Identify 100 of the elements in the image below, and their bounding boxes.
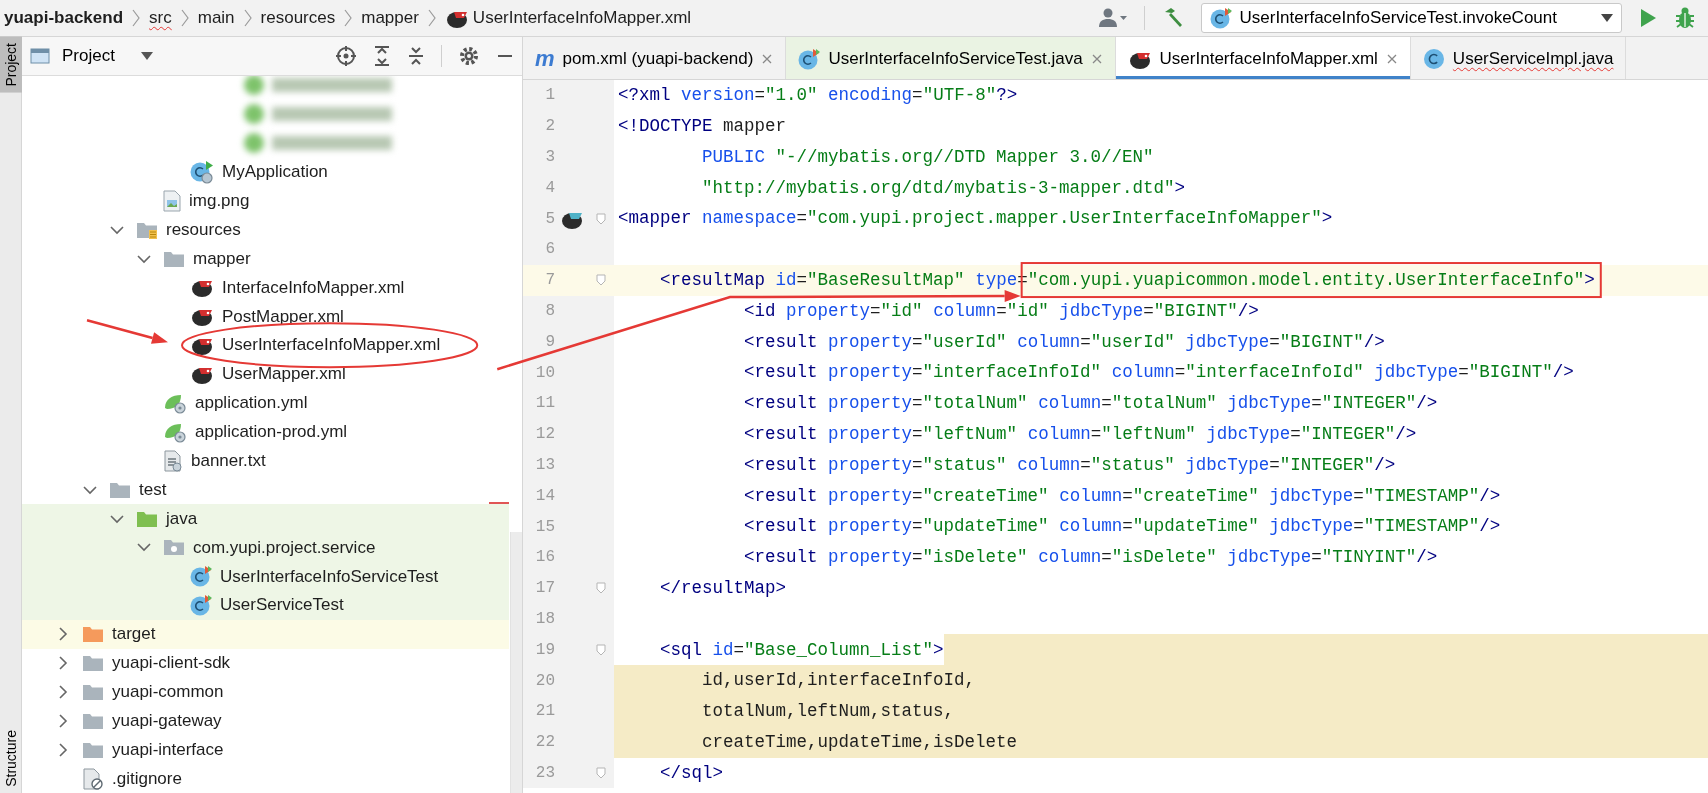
- code-line: id,userId,interfaceInfoId,: [701, 669, 976, 693]
- code-line: <mapper namespace="com.yupi.project.mapper.UserInterfaceInfoMapper">: [618, 207, 1333, 231]
- close-icon[interactable]: [1090, 52, 1103, 65]
- close-icon[interactable]: [1385, 52, 1398, 65]
- code-line: <result property="updateTime" column="updateTime" jdbcType="TIMESTAMP"/>: [743, 515, 1501, 539]
- line-number: 18: [534, 608, 555, 630]
- class-icon: [1422, 47, 1445, 70]
- tree-item[interactable]: java: [22, 504, 509, 533]
- code-line: <result property="userId" column="userId" jdbcType="BIGINT"/>: [743, 330, 1385, 354]
- line-number: 3: [544, 147, 555, 168]
- breadcrumb-separator-icon: [179, 8, 190, 28]
- error-stripe-mark: [489, 502, 509, 505]
- editor-tab[interactable]: UserInterfaceInfoServiceTest.java: [786, 37, 1116, 79]
- expand-all-icon[interactable]: [373, 45, 391, 68]
- fold-marker-icon[interactable]: [596, 274, 606, 287]
- line-number: 11: [534, 393, 555, 415]
- line-number: 2: [544, 116, 555, 138]
- line-number: 20: [534, 670, 555, 692]
- crosshair-icon[interactable]: [335, 45, 357, 68]
- run-configuration-dropdown[interactable]: UserInterfaceInfoServiceTest.invokeCount: [1200, 3, 1622, 33]
- code-line: <id property="id" column="id" jdbcType="BIGINT"/>: [743, 299, 1259, 323]
- breadcrumb-separator-icon: [242, 8, 253, 28]
- folder-icon: [82, 625, 104, 644]
- text-file-icon: [163, 449, 183, 472]
- tree-item[interactable]: mapper: [22, 244, 509, 273]
- close-icon[interactable]: [761, 52, 774, 65]
- breadcrumb-item[interactable]: mapper: [361, 5, 419, 31]
- folder-icon: [136, 509, 158, 528]
- line-number: 8: [544, 300, 555, 322]
- line-number: 22: [534, 732, 555, 754]
- code-line: </sql>: [659, 761, 724, 785]
- line-number: 5: [544, 208, 555, 230]
- tree-item[interactable]: InterfaceInfoMapper.xml: [22, 272, 509, 302]
- tree-item[interactable]: yuapi-interface: [22, 735, 509, 765]
- tool-window-tab[interactable]: Project: [0, 37, 22, 93]
- tree-item[interactable]: UserMapper.xml: [22, 359, 509, 389]
- folder-icon: [82, 654, 104, 672]
- tree-item[interactable]: UserInterfaceInfoServiceTest: [22, 561, 509, 591]
- line-number: 13: [534, 454, 555, 476]
- user-menu-button[interactable]: [1097, 7, 1128, 29]
- run-icon[interactable]: [1638, 7, 1658, 29]
- breadcrumb-item[interactable]: UserInterfaceInfoMapper.xml: [444, 5, 692, 31]
- code-line: createTime,updateTime,isDelete: [701, 731, 1018, 754]
- breadcrumb-item[interactable]: yuapi-backend: [4, 5, 124, 31]
- ignored-file-icon: [82, 767, 104, 790]
- tree-item[interactable]: com.yupi.project.service: [22, 533, 509, 562]
- breadcrumb-item[interactable]: main: [197, 5, 235, 31]
- tree-item[interactable]: test: [22, 475, 509, 505]
- line-number: 6: [544, 239, 555, 261]
- tree-item[interactable]: resources: [22, 215, 509, 245]
- settings-icon[interactable]: [458, 45, 480, 68]
- tree-item[interactable]: .gitignore: [22, 764, 509, 793]
- code-line: <result property="leftNum" column="leftNum" jdbcType="INTEGER"/>: [743, 423, 1417, 447]
- tree-item[interactable]: target: [22, 619, 509, 649]
- fold-marker-icon[interactable]: [596, 212, 606, 225]
- line-number: 23: [534, 762, 555, 784]
- line-number: 1: [544, 85, 555, 107]
- bug-icon[interactable]: [1674, 6, 1696, 30]
- folder-icon: [82, 682, 104, 701]
- test-class-icon: [1209, 7, 1232, 29]
- tree-item[interactable]: yuapi-common: [22, 677, 509, 707]
- tree-item[interactable]: PostMapper.xml: [22, 301, 509, 331]
- code-line: PUBLIC "-//mybatis.org//DTD Mapper 3.0//EN": [701, 145, 1154, 169]
- tree-item[interactable]: banner.txt: [22, 446, 509, 476]
- tree-item[interactable]: MyApplication: [22, 157, 509, 187]
- spring-class-icon: [190, 159, 214, 184]
- line-number: 12: [534, 424, 555, 446]
- resources-folder-icon: [136, 220, 158, 239]
- breadcrumb-item[interactable]: src: [149, 5, 172, 31]
- code-line: <result property="status" column="status" jdbcType="INTEGER"/>: [743, 453, 1396, 477]
- tree-item[interactable]: img.png: [22, 186, 509, 216]
- breadcrumb-separator-icon: [343, 8, 354, 28]
- line-number: 15: [534, 516, 555, 538]
- tree-item[interactable]: yuapi-client-sdk: [22, 648, 509, 678]
- fold-marker-icon[interactable]: [596, 766, 606, 779]
- breadcrumb-separator-icon: [131, 8, 142, 28]
- test-class-icon: [798, 47, 821, 70]
- fold-marker-icon[interactable]: [596, 643, 606, 656]
- package-icon: [163, 538, 185, 557]
- tree-item[interactable]: application-prod.yml: [22, 417, 509, 447]
- scrollbar[interactable]: [510, 532, 522, 793]
- fold-marker-icon[interactable]: [596, 582, 606, 595]
- tree-item[interactable]: application.yml: [22, 388, 509, 418]
- tool-window-tab[interactable]: Structure: [0, 724, 22, 793]
- line-number: 19: [534, 639, 555, 661]
- code-line: <result property="totalNum" column="totalNum" jdbcType="INTEGER"/>: [743, 392, 1438, 416]
- folder-icon: [163, 249, 185, 268]
- tree-item[interactable]: UserInterfaceInfoMapper.xml: [22, 330, 509, 360]
- line-number: 21: [534, 701, 555, 723]
- folder-icon: [82, 711, 104, 730]
- line-number: 17: [534, 578, 555, 600]
- code-line: <?xml version="1.0" encoding="UTF-8"?>: [618, 84, 1018, 108]
- code-line: <result property="isDelete" column="isDelete" jdbcType="TINYINT"/>: [743, 546, 1438, 570]
- tree-item[interactable]: UserServiceTest: [22, 590, 509, 620]
- project-view-selector[interactable]: Project: [30, 43, 153, 69]
- breadcrumb-item[interactable]: resources: [260, 5, 336, 31]
- code-line: <!DOCTYPE mapper: [618, 115, 787, 139]
- window-icon: [30, 47, 50, 66]
- editor-tab[interactable]: UserInterfaceInfoMapper.xml: [1115, 37, 1411, 79]
- tree-item[interactable]: yuapi-gateway: [22, 706, 509, 736]
